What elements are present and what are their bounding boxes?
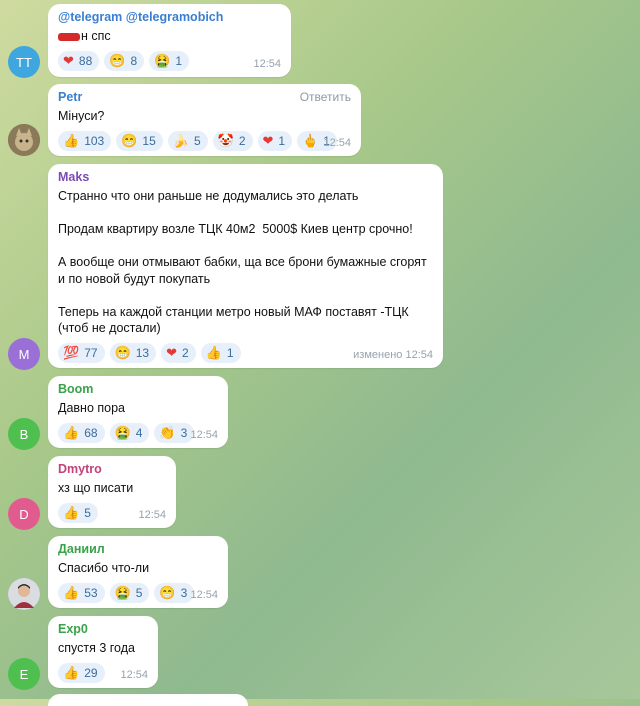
reaction-hundred[interactable]: 💯 77 [58,342,105,363]
message-bubble[interactable]: @telegram @telegramobich н спс ❤ 88 😁 8 🤮 1… [48,4,291,77]
heart-icon: ❤ [63,52,74,68]
message-text: хз що писати [58,481,134,495]
clown-icon: 🤡 [217,132,234,148]
grin-icon: 😁 [114,344,131,360]
message-bubble[interactable]: Exp0 спустя 3 года 👍 29 12:54 [48,616,158,688]
clap-icon: 👏 [159,424,176,440]
message-time: 12:54 [138,509,166,521]
sender-name[interactable]: Exp0 [58,622,148,636]
message-bubble[interactable]: Petr Ответить Мінуси? 👍 103 😁 15 🍌 5 🤡 2 ❤ 1 … [48,84,361,156]
sender-name[interactable]: Maks [58,170,433,184]
message-time: 12:54 [120,669,148,681]
next-message-edge [48,694,248,706]
reaction-clown[interactable]: 🤡 2 [212,130,253,151]
reaction-heart[interactable]: ❤ 1 [257,130,293,151]
message-text: Странно что они раньше не додумались это… [58,189,427,335]
message-time: 12:54 [253,58,281,70]
reactions: 👍 103 😁 15 🍌 5 🤡 2 ❤ 1 🖕 1 [58,130,351,151]
sender-name[interactable]: Даниил [58,542,218,556]
sender-name[interactable]: Dmytro [58,462,166,476]
heart-icon: ❤ [166,344,177,360]
message-time: 12:54 [190,589,218,601]
vomit-face-icon: 🤮 [154,52,171,68]
message-bubble[interactable]: Maks Странно что они раньше не додумалис… [48,164,443,368]
grin-icon: 😁 [121,132,138,148]
reaction-thumbs-up[interactable]: 👍 103 [58,130,112,151]
message-text: Давно пора [58,401,126,415]
message-text: Спасибо что-ли [58,561,150,575]
message-bubble[interactable]: Даниил Спасибо что-ли 👍 53 🤮 5 😁 3 12:54 [48,536,228,608]
person-photo-icon [8,578,40,610]
reaction-grin[interactable]: 😁 15 [116,130,163,151]
avatar[interactable]: B [8,418,40,450]
cat-photo-icon [8,124,40,156]
reaction-grin[interactable]: 😁 8 [104,50,145,71]
reaction-thumbs-up[interactable]: 👍 1 [200,342,241,363]
thumbs-up-icon: 👍 [63,664,80,680]
thumbs-up-icon: 👍 [63,584,80,600]
sender-name[interactable]: Boom [58,382,218,396]
reaction-vomit[interactable]: 🤮 4 [109,422,150,443]
reply-button[interactable]: Ответить [300,90,351,104]
vomit-face-icon: 🤮 [114,424,131,440]
avatar[interactable]: TT [8,46,40,78]
reaction-thumbs-up[interactable]: 👍 53 [58,582,105,603]
avatar[interactable]: M [8,338,40,370]
reactions: ❤ 88 😁 8 🤮 1 [58,50,281,71]
reaction-grin[interactable]: 😁 13 [109,342,157,363]
reaction-vomit[interactable]: 🤮 1 [149,50,190,71]
message-text: спустя 3 года [58,641,135,655]
redacted-mark [58,32,80,41]
sender-name[interactable]: @telegram @telegramobich [58,10,281,24]
vomit-face-icon: 🤮 [114,584,131,600]
grin-icon: 😁 [109,52,126,68]
avatar[interactable] [8,578,40,610]
reaction-heart[interactable]: ❤ 88 [58,50,100,71]
reaction-thumbs-up[interactable]: 👍 5 [58,502,98,523]
banana-icon: 🍌 [172,132,189,148]
thumbs-up-icon: 👍 [63,424,80,440]
thumbs-up-icon: 👍 [63,132,80,148]
message-time: изменено 12:54 [353,349,433,361]
reaction-thumbs-up[interactable]: 👍 68 [58,422,105,443]
reaction-vomit[interactable]: 🤮 5 [109,582,150,603]
reaction-grin[interactable]: 😁 3 [154,582,195,603]
avatar[interactable]: E [8,658,40,690]
grin-icon: 😁 [159,584,176,600]
middle-finger-icon: 🖕 [302,132,319,148]
message-bubble[interactable]: Boom Давно пора 👍 68 🤮 4 👏 3 12:54 [48,376,228,448]
message-time: 12:54 [323,137,351,149]
reaction-heart[interactable]: ❤ 2 [161,342,196,363]
hundred-points-icon: 💯 [63,344,80,360]
message-text: н спс [58,28,281,45]
avatar[interactable] [8,124,40,156]
reaction-banana[interactable]: 🍌 5 [167,130,208,151]
thumbs-up-icon: 👍 [205,344,222,360]
reaction-thumbs-up[interactable]: 👍 29 [58,662,105,683]
thumbs-up-icon: 👍 [63,504,80,520]
chat-area: TT @telegram @telegramobich н спс ❤ 88 😁 8… [0,0,640,706]
message-bubble[interactable]: Dmytro хз що писати 👍 5 12:54 [48,456,176,528]
message-text: Мінуси? [58,109,105,123]
heart-icon: ❤ [262,132,274,148]
reaction-clap[interactable]: 👏 3 [154,422,195,443]
message-time: 12:54 [190,429,218,441]
avatar[interactable]: D [8,498,40,530]
